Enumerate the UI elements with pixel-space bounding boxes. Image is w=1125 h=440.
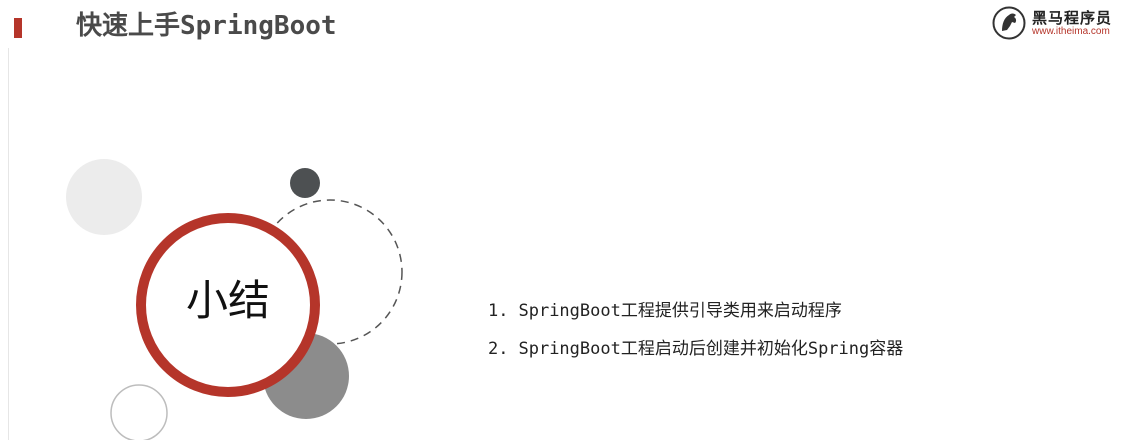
outline-circle [110, 384, 168, 440]
list-item: 2. SpringBoot工程启动后创建并初始化Spring容器 [488, 330, 903, 368]
dark-dot [290, 168, 320, 198]
decorative-circles [66, 159, 403, 440]
list-item: 1. SpringBoot工程提供引导类用来启动程序 [488, 292, 903, 330]
list-text: SpringBoot工程启动后创建并初始化Spring容器 [518, 339, 904, 359]
light-gray-circle [66, 159, 142, 235]
summary-title: 小结 [185, 276, 270, 325]
list-number: 1. [488, 301, 509, 321]
list-text: SpringBoot工程提供引导类用来启动程序 [518, 301, 842, 321]
summary-points: 1. SpringBoot工程提供引导类用来启动程序 2. SpringBoot工程… [488, 292, 903, 368]
slide: 快速上手SpringBoot 黑马程序员 www.itheima.com 小结 … [0, 0, 1125, 440]
list-number: 2. [488, 339, 509, 359]
